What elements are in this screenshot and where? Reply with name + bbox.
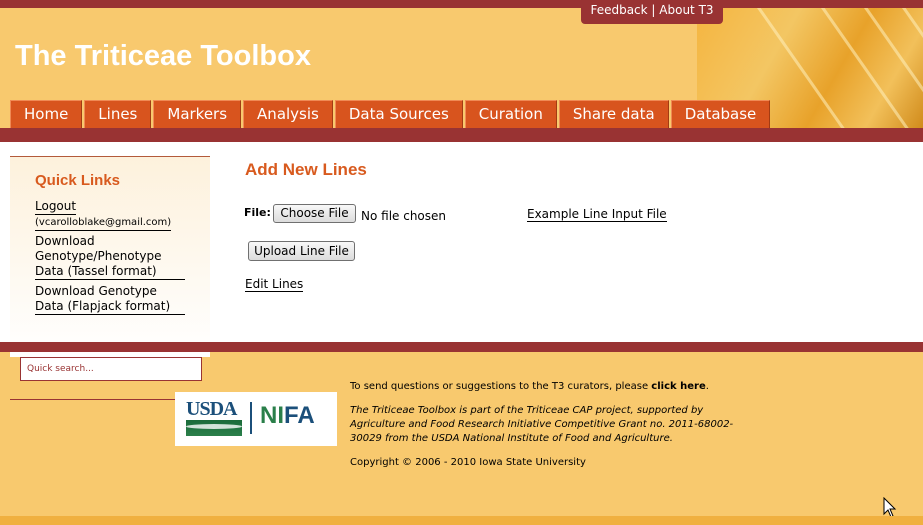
copyright-text: Copyright © 2006 - 2010 Iowa State Unive…: [350, 457, 586, 468]
content-bottom-bar: [0, 342, 923, 352]
feedback-tab: Feedback | About T3: [581, 0, 723, 24]
logout-link[interactable]: Logout: [35, 199, 77, 215]
quick-search-input[interactable]: [20, 357, 202, 381]
click-here-link[interactable]: click here: [651, 381, 705, 392]
project-text: The Triticeae Toolbox is part of the Tri…: [350, 405, 734, 444]
choose-file-button[interactable]: Choose File: [273, 204, 356, 223]
main-nav: Home Lines Markers Analysis Data Sources…: [10, 100, 772, 130]
nav-tab-database[interactable]: Database: [670, 100, 771, 130]
download-flapjack-link[interactable]: Download Genotype Data (Flapjack format): [35, 284, 185, 315]
nav-underline-bar: [0, 128, 923, 142]
nav-tab-curation[interactable]: Curation: [464, 100, 557, 130]
nav-tab-share-data[interactable]: Share data: [558, 100, 669, 130]
nav-tab-home[interactable]: Home: [10, 100, 83, 130]
nav-tab-data-sources[interactable]: Data Sources: [334, 100, 463, 130]
no-file-chosen-text: No file chosen: [361, 209, 447, 223]
quick-links-title: Quick Links: [35, 172, 121, 189]
upload-line-file-button[interactable]: Upload Line File: [248, 241, 355, 261]
file-label: File:: [244, 206, 271, 219]
nav-tab-markers[interactable]: Markers: [153, 100, 242, 130]
footer-stripe: [0, 516, 923, 525]
contact-suffix: .: [705, 381, 709, 392]
download-tassel-link[interactable]: Download Genotype/Phenotype Data (Tassel…: [35, 234, 185, 280]
contact-prefix: To send questions or suggestions to the …: [350, 381, 652, 392]
user-email-link[interactable]: (vcarolloblake@gmail.com): [35, 215, 172, 231]
nifa-logo-text: NIFA: [260, 402, 315, 430]
top-bar: [0, 0, 923, 8]
usda-logo-text: USDA: [186, 398, 237, 420]
quick-links-sidebar: Quick Links Logout (vcarolloblake@gmail.…: [10, 156, 210, 357]
about-link[interactable]: About T3: [659, 3, 713, 17]
nifa-ni: NI: [260, 402, 284, 429]
contact-text: To send questions or suggestions to the …: [350, 381, 709, 392]
nav-tab-lines[interactable]: Lines: [84, 100, 152, 130]
site-title[interactable]: The Triticeae Toolbox: [15, 40, 311, 73]
feedback-link[interactable]: Feedback: [590, 3, 647, 17]
nav-tab-analysis[interactable]: Analysis: [243, 100, 333, 130]
feedback-separator: |: [647, 3, 660, 17]
edit-lines-link[interactable]: Edit Lines: [245, 277, 304, 292]
logo-separator: [250, 402, 252, 434]
page-title: Add New Lines: [245, 160, 367, 179]
example-line-input-link[interactable]: Example Line Input File: [527, 207, 667, 222]
nifa-fa: FA: [284, 402, 315, 429]
usda-logo-swoosh: [186, 420, 242, 436]
